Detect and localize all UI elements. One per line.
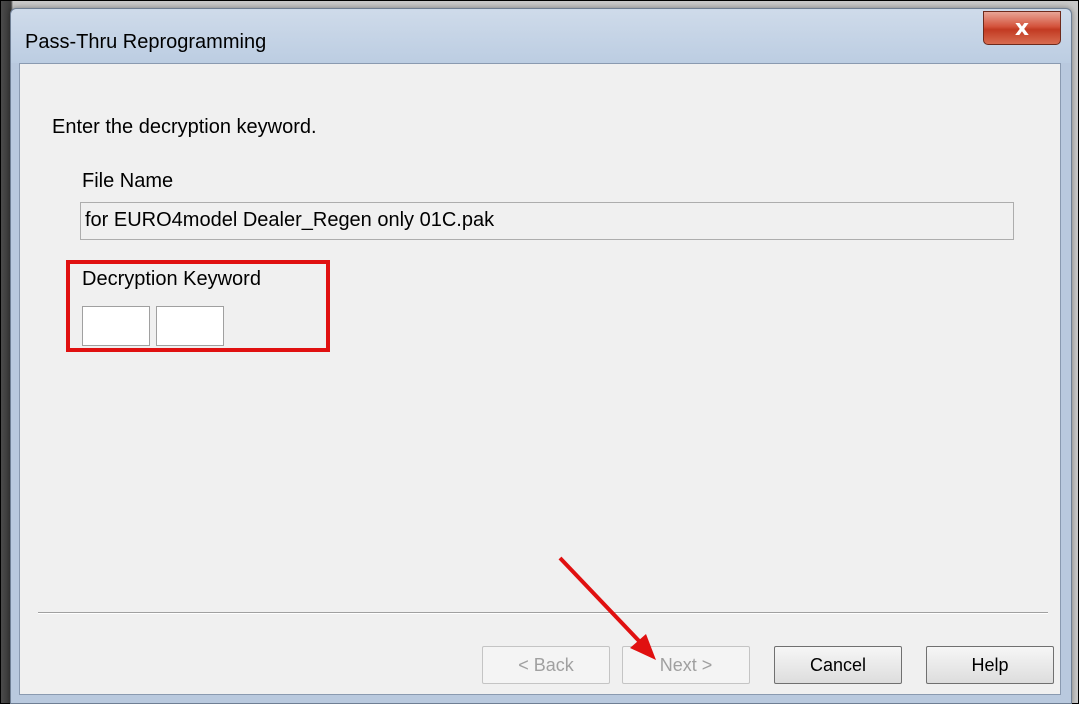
file-name-label: File Name <box>82 170 174 192</box>
close-icon: x <box>1014 15 1030 41</box>
next-button[interactable]: Next > <box>622 646 750 684</box>
back-button[interactable]: < Back <box>482 646 610 684</box>
dialog-client-area: Enter the decryption keyword. File Name … <box>19 63 1061 695</box>
button-separator <box>38 612 1048 614</box>
decryption-keyword-input-2[interactable] <box>156 306 224 346</box>
window-title: Pass-Thru Reprogramming <box>25 31 267 53</box>
dialog-window: Pass-Thru Reprogramming x Enter the decr… <box>10 8 1072 704</box>
cancel-button[interactable]: Cancel <box>774 646 902 684</box>
instruction-text: Enter the decryption keyword. <box>52 116 317 138</box>
help-button[interactable]: Help <box>926 646 1054 684</box>
decryption-keyword-input-1[interactable] <box>82 306 150 346</box>
decryption-keyword-label: Decryption Keyword <box>82 268 261 290</box>
file-name-field: for EURO4model Dealer_Regen only 01C.pak <box>80 202 1014 240</box>
close-button[interactable]: x <box>983 11 1061 45</box>
title-bar: Pass-Thru Reprogramming x <box>11 9 1071 63</box>
